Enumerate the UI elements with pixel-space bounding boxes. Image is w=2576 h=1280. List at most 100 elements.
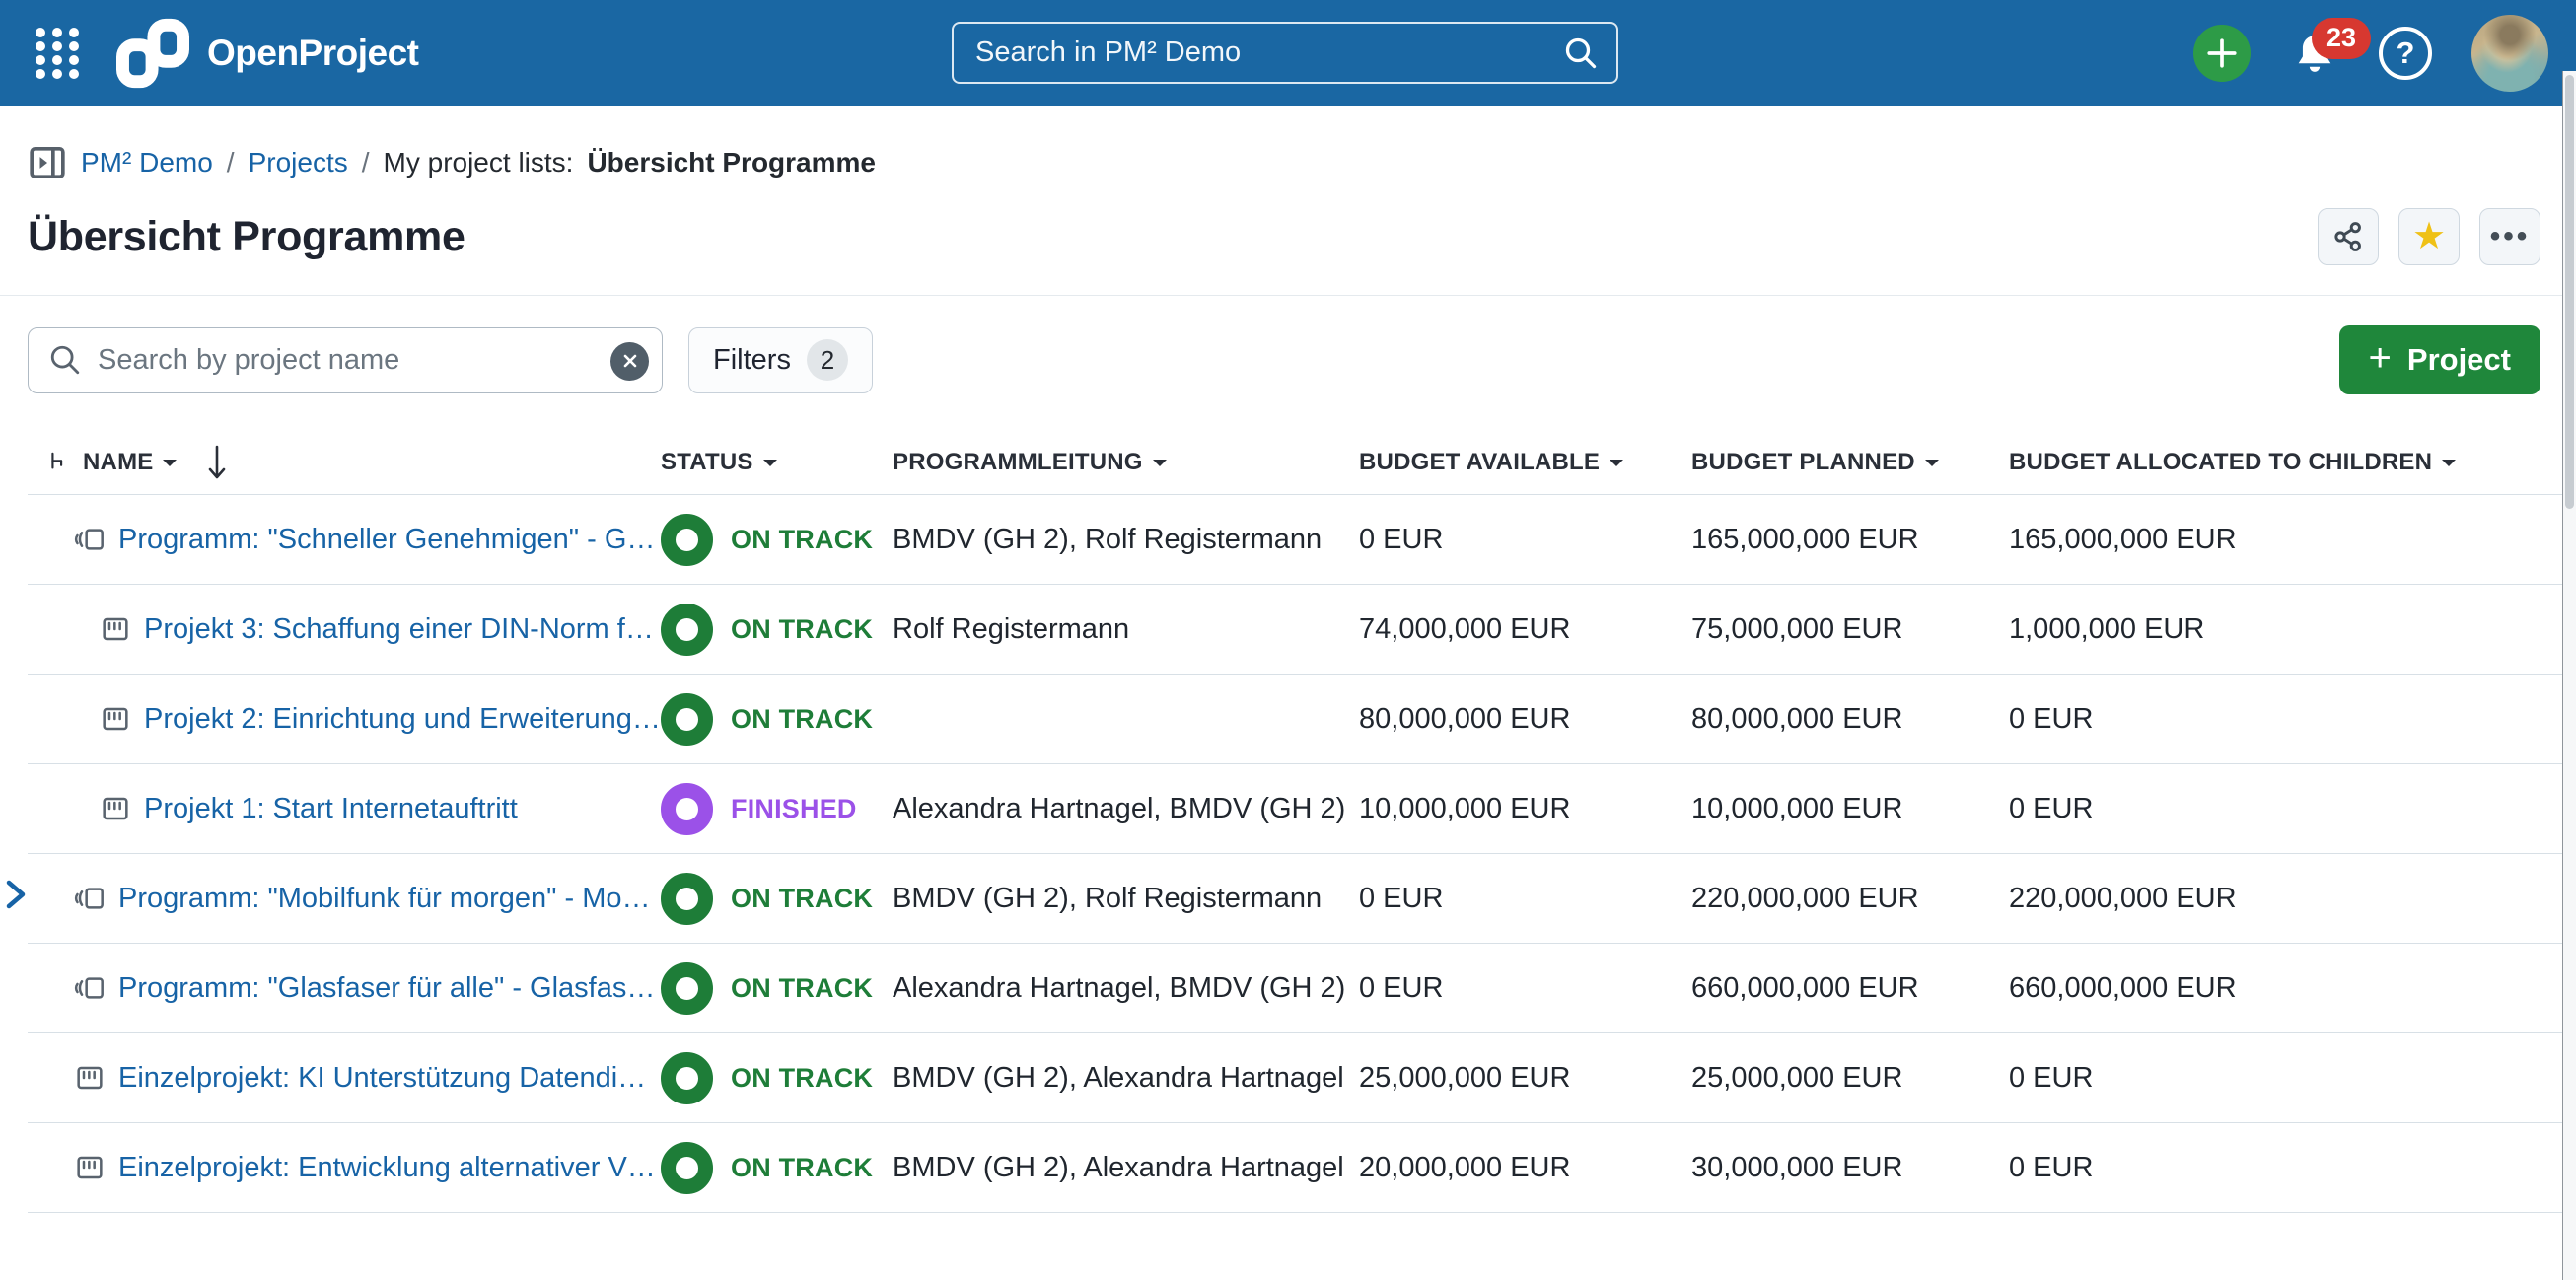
program-icon <box>74 524 106 555</box>
sort-descending-icon <box>206 443 228 482</box>
status-indicator <box>661 1142 713 1194</box>
status-cell: ON TRACK <box>661 1052 893 1104</box>
project-name-link[interactable]: Programm: "Mobilfunk für morgen" - Mo… <box>118 883 651 915</box>
scrollbar-thumb[interactable] <box>2565 75 2574 509</box>
filters-label: Filters <box>713 344 791 377</box>
project-name-cell: Projekt 2: Einrichtung und Erweiterung… <box>28 703 661 736</box>
cell-budget-available: 0 EUR <box>1359 524 1691 556</box>
vertical-scrollbar[interactable] <box>2562 71 2576 1280</box>
help-question-glyph: ? <box>2397 36 2415 71</box>
chevron-down-icon <box>1610 460 1623 473</box>
status-indicator <box>661 873 713 925</box>
new-project-button[interactable]: + Project <box>2339 325 2540 394</box>
project-name-link[interactable]: Einzelprojekt: KI Unterstützung Datendi… <box>118 1062 646 1095</box>
chevron-down-icon <box>1925 460 1939 473</box>
cell-budget-children: 1,000,000 EUR <box>2009 613 2576 646</box>
chevron-down-icon <box>763 460 777 473</box>
table-row: Einzelprojekt: KI Unterstützung Datendi…… <box>28 1033 2576 1123</box>
user-avatar[interactable] <box>2471 15 2548 92</box>
cell-budget-planned: 30,000,000 EUR <box>1691 1152 2009 1184</box>
favorite-button[interactable]: ★ <box>2398 208 2460 265</box>
project-table-body: Programm: "Schneller Genehmigen" - G… ON… <box>28 495 2576 1213</box>
project-name-link[interactable]: Programm: "Schneller Genehmigen" - G… <box>118 524 655 556</box>
chevron-right-icon <box>2 875 30 914</box>
chevron-down-icon <box>2442 460 2456 473</box>
column-header-programmleitung[interactable]: PROGRAMMLEITUNG <box>893 449 1359 476</box>
quick-add-button[interactable] <box>2193 25 2251 82</box>
column-header-status[interactable]: STATUS <box>661 449 893 476</box>
project-icon <box>100 793 131 824</box>
cell-programmleitung: BMDV (GH 2), Rolf Registermann <box>893 524 1359 556</box>
cell-budget-children: 165,000,000 EUR <box>2009 524 2576 556</box>
project-name-search-input[interactable] <box>98 344 603 377</box>
breadcrumb-current-prefix: My project lists: <box>384 147 574 178</box>
share-icon <box>2332 221 2364 252</box>
column-header-budget-children[interactable]: BUDGET ALLOCATED TO CHILDREN <box>2009 449 2576 476</box>
status-label: ON TRACK <box>731 525 873 555</box>
project-name-cell: Programm: "Schneller Genehmigen" - G… <box>28 524 661 556</box>
project-name-link[interactable]: Projekt 1: Start Internetauftritt <box>144 793 518 825</box>
project-name-cell: Projekt 1: Start Internetauftritt <box>28 793 661 825</box>
project-name-link[interactable]: Projekt 3: Schaffung einer DIN-Norm f… <box>144 613 654 646</box>
cell-programmleitung: Alexandra Hartnagel, BMDV (GH 2) <box>893 972 1359 1005</box>
status-indicator <box>661 783 713 835</box>
more-options-button[interactable]: ••• <box>2479 208 2540 265</box>
cell-budget-children: 0 EUR <box>2009 703 2576 736</box>
cell-budget-planned: 10,000,000 EUR <box>1691 793 2009 825</box>
status-indicator <box>661 693 713 746</box>
status-label: ON TRACK <box>731 884 873 914</box>
table-row: Projekt 2: Einrichtung und Erweiterung… … <box>28 675 2576 764</box>
project-name-cell: Programm: "Glasfaser für alle" - Glasfas… <box>28 972 661 1005</box>
app-grid-menu-button[interactable] <box>26 19 89 88</box>
clear-search-button[interactable] <box>610 342 649 381</box>
topbar-actions: 23 ? <box>2193 0 2548 106</box>
status-indicator <box>661 514 713 566</box>
column-label: BUDGET AVAILABLE <box>1359 449 1600 476</box>
table-row: Programm: "Glasfaser für alle" - Glasfas… <box>28 944 2576 1033</box>
project-name-search <box>28 327 663 393</box>
cell-budget-children: 660,000,000 EUR <box>2009 972 2576 1005</box>
openproject-logo-mark-icon <box>114 17 191 90</box>
cell-budget-children: 220,000,000 EUR <box>2009 883 2576 915</box>
cell-budget-available: 25,000,000 EUR <box>1359 1062 1691 1095</box>
sidebar-expand-icon[interactable] <box>28 143 67 182</box>
project-icon <box>100 613 131 645</box>
status-label: ON TRACK <box>731 1153 873 1183</box>
page-title: Übersicht Programme <box>28 213 465 261</box>
share-button[interactable] <box>2318 208 2379 265</box>
column-header-name[interactable]: NAME <box>28 443 661 482</box>
cell-budget-available: 10,000,000 EUR <box>1359 793 1691 825</box>
plus-icon: + <box>2369 338 2392 378</box>
search-icon <box>48 343 82 377</box>
cell-budget-planned: 80,000,000 EUR <box>1691 703 2009 736</box>
cell-budget-available: 0 EUR <box>1359 883 1691 915</box>
project-icon <box>74 1062 106 1094</box>
cell-budget-children: 0 EUR <box>2009 793 2576 825</box>
global-search-input[interactable] <box>975 36 1563 69</box>
ellipsis-icon: ••• <box>2490 231 2531 243</box>
breadcrumb: PM² Demo / Projects / My project lists: … <box>0 106 2576 182</box>
filters-button[interactable]: Filters 2 <box>688 327 873 393</box>
column-label: NAME <box>83 449 153 476</box>
status-cell: ON TRACK <box>661 1142 893 1194</box>
project-name-link[interactable]: Einzelprojekt: Entwicklung alternativer … <box>118 1152 656 1184</box>
help-button[interactable]: ? <box>2379 27 2432 80</box>
column-header-budget-planned[interactable]: BUDGET PLANNED <box>1691 449 2009 476</box>
openproject-logo[interactable]: OpenProject <box>114 17 419 90</box>
status-indicator <box>661 1052 713 1104</box>
status-cell: ON TRACK <box>661 514 893 566</box>
cell-budget-planned: 220,000,000 EUR <box>1691 883 2009 915</box>
project-name-link[interactable]: Projekt 2: Einrichtung und Erweiterung… <box>144 703 661 736</box>
project-name-link[interactable]: Programm: "Glasfaser für alle" - Glasfas… <box>118 972 655 1005</box>
sidebar-expand-handle[interactable] <box>2 872 36 917</box>
breadcrumb-separator: / <box>362 147 370 178</box>
column-header-budget-available[interactable]: BUDGET AVAILABLE <box>1359 449 1691 476</box>
breadcrumb-projects-link[interactable]: Projects <box>249 147 348 178</box>
hierarchy-icon <box>47 450 73 475</box>
status-cell: ON TRACK <box>661 693 893 746</box>
cell-budget-children: 0 EUR <box>2009 1062 2576 1095</box>
project-table-header: NAME STATUS PROGRAMMLEITUNG BUDGET AVAIL… <box>28 430 2576 495</box>
breadcrumb-project-link[interactable]: PM² Demo <box>81 147 213 178</box>
notifications-button[interactable]: 23 <box>2290 26 2339 81</box>
grid-dots-icon <box>33 21 82 86</box>
